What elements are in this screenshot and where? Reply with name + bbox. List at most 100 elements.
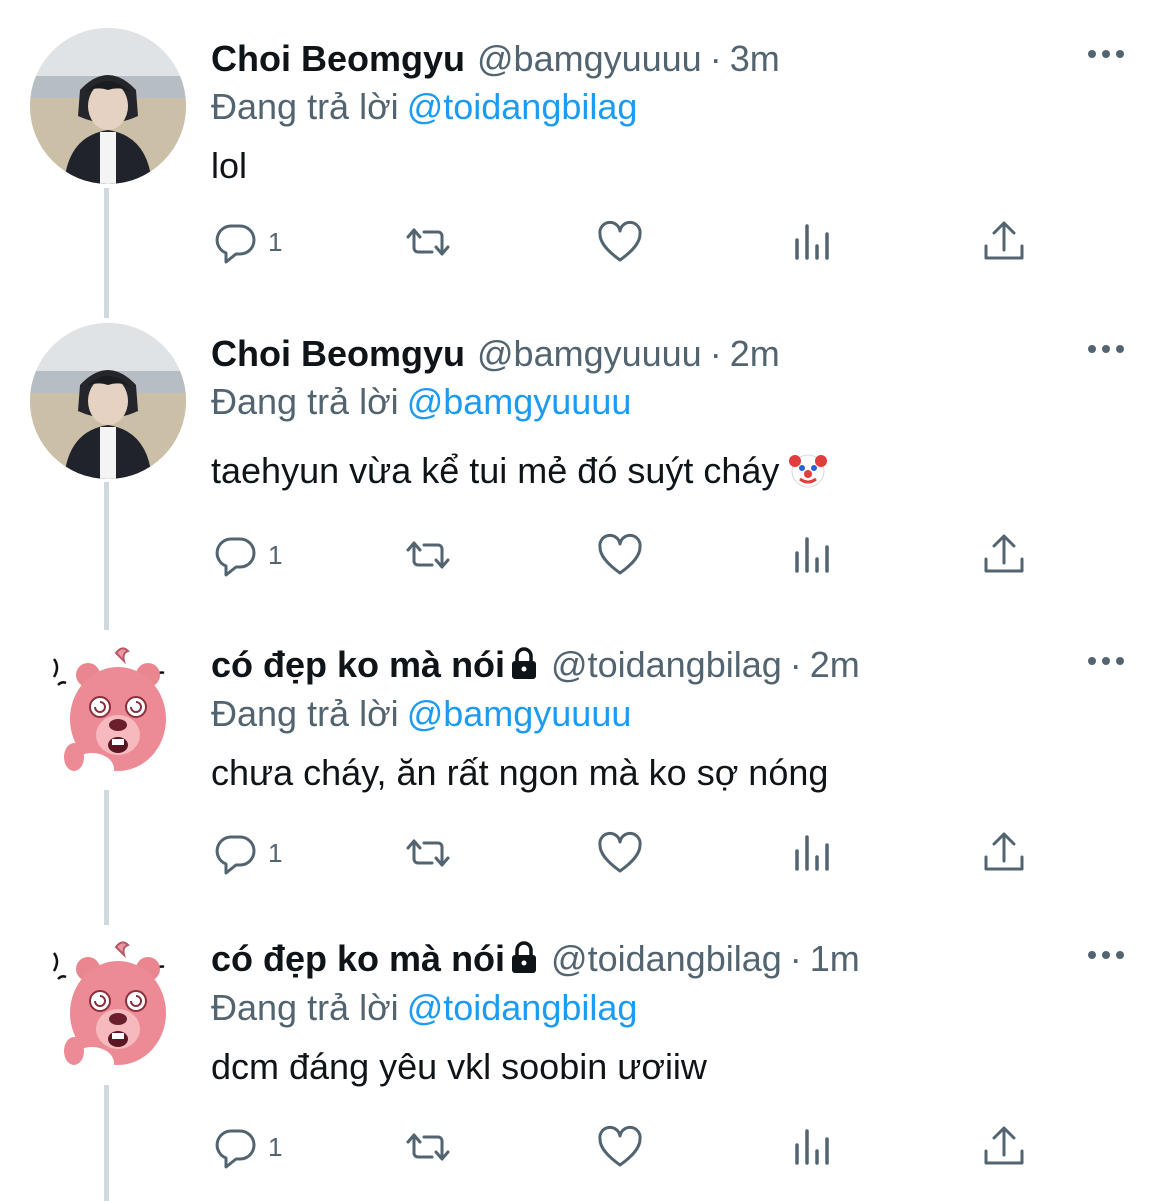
retweet-button[interactable]: [404, 212, 452, 272]
reply-icon: [215, 1129, 256, 1169]
reply-icon: [215, 224, 256, 264]
tweet-text: dcm đáng yêu vkl soobin ươiiw: [211, 1046, 707, 1087]
reply-prefix: Đang trả lời: [211, 86, 399, 127]
tweet-text: chưa cháy, ăn rất ngon mà ko sợ nóng: [211, 752, 829, 793]
author-handle[interactable]: @bamgyuuuu: [477, 38, 702, 79]
reply-icon: [215, 835, 256, 875]
tweet-header: Choi Beomgyu @bamgyuuuu · 3m: [211, 38, 780, 80]
author-handle[interactable]: @toidangbilag: [551, 938, 782, 979]
retweet-button[interactable]: [404, 1117, 452, 1177]
tweet[interactable]: có đẹp ko mà nói @toidangbilag · 1m Đang tr…: [0, 901, 1170, 1196]
more-icon[interactable]: [1086, 44, 1126, 64]
more-icon[interactable]: [1086, 339, 1126, 359]
tweet-text: taehyun vừa kể tui mẻ đó suýt cháy: [211, 450, 780, 491]
author-name[interactable]: Choi Beomgyu: [211, 333, 465, 374]
analytics-icon: [795, 537, 829, 573]
avatar[interactable]: [30, 28, 186, 184]
reply-count: 1: [268, 539, 283, 570]
avatar[interactable]: [48, 935, 172, 1081]
more-icon[interactable]: [1086, 945, 1126, 965]
share-icon: [984, 1126, 1024, 1165]
lock-icon: [512, 647, 537, 679]
share-button[interactable]: [980, 212, 1028, 272]
lock-icon: [512, 941, 537, 973]
replying-to: Đang trả lời @toidangbilag: [211, 86, 637, 128]
tweet-header: Choi Beomgyu @bamgyuuuu · 2m: [211, 333, 780, 375]
tweet-time[interactable]: 2m: [810, 644, 860, 685]
avatar[interactable]: [48, 641, 172, 787]
reply-prefix: Đang trả lời: [211, 987, 399, 1028]
like-button[interactable]: [596, 823, 644, 883]
like-icon: [598, 1125, 642, 1167]
reply-button[interactable]: 1: [212, 823, 282, 883]
like-button[interactable]: [596, 525, 644, 585]
like-icon: [598, 533, 642, 575]
tweet-time[interactable]: 2m: [730, 333, 780, 374]
clown-face-emoji: [789, 454, 828, 488]
analytics-button[interactable]: [788, 212, 836, 272]
retweet-icon: [406, 541, 450, 569]
tweet-header: có đẹp ko mà nói @toidangbilag · 2m: [211, 644, 860, 686]
avatar[interactable]: [30, 323, 186, 479]
reply-count: 1: [268, 1131, 283, 1162]
like-icon: [598, 220, 642, 262]
like-icon: [598, 831, 642, 873]
retweet-icon: [406, 228, 450, 256]
author-name[interactable]: Choi Beomgyu: [211, 38, 465, 79]
reply-mention-link[interactable]: @bamgyuuuu: [407, 381, 632, 422]
retweet-button[interactable]: [404, 823, 452, 883]
reply-count: 1: [268, 837, 283, 868]
tweet[interactable]: Choi Beomgyu @bamgyuuuu · 3m Đang trả lời @t…: [0, 0, 1170, 295]
tweet-actions: 1: [200, 212, 1060, 272]
reply-count: 1: [268, 226, 283, 257]
reply-prefix: Đang trả lời: [211, 381, 399, 422]
retweet-icon: [406, 839, 450, 867]
tweet-actions: 1: [200, 823, 1060, 883]
share-icon: [984, 832, 1024, 871]
analytics-icon: [795, 835, 829, 871]
share-icon: [984, 534, 1024, 573]
tweet-text: lol: [211, 145, 248, 186]
tweet-actions: 1: [200, 525, 1060, 585]
analytics-button[interactable]: [788, 525, 836, 585]
reply-mention-link[interactable]: @toidangbilag: [407, 86, 638, 127]
reply-mention-link[interactable]: @bamgyuuuu: [407, 693, 632, 734]
separator-dot: ·: [709, 333, 722, 374]
tweet-time[interactable]: 3m: [730, 38, 780, 79]
retweet-button[interactable]: [404, 525, 452, 585]
tweet[interactable]: Choi Beomgyu @bamgyuuuu · 2m Đang trả lời @b…: [0, 295, 1170, 590]
tweet[interactable]: có đẹp ko mà nói @toidangbilag · 2m Đang tr…: [0, 607, 1170, 902]
share-button[interactable]: [980, 1117, 1028, 1177]
analytics-button[interactable]: [788, 1117, 836, 1177]
share-icon: [984, 221, 1024, 260]
reply-icon: [215, 537, 256, 577]
tweet-header: có đẹp ko mà nói @toidangbilag · 1m: [211, 938, 860, 980]
tweet-time[interactable]: 1m: [810, 938, 860, 979]
reply-button[interactable]: 1: [212, 525, 282, 585]
tweet-actions: 1: [200, 1117, 1060, 1177]
reply-mention-link[interactable]: @toidangbilag: [407, 987, 638, 1028]
separator-dot: ·: [709, 38, 722, 79]
analytics-icon: [795, 224, 829, 260]
author-name[interactable]: có đẹp ko mà nói: [211, 644, 505, 685]
like-button[interactable]: [596, 212, 644, 272]
more-icon[interactable]: [1086, 651, 1126, 671]
analytics-icon: [795, 1129, 829, 1165]
reply-button[interactable]: 1: [212, 1117, 282, 1177]
separator-dot: ·: [789, 644, 802, 685]
reply-button[interactable]: 1: [212, 212, 282, 272]
reply-prefix: Đang trả lời: [211, 693, 399, 734]
share-button[interactable]: [980, 823, 1028, 883]
tweet-text-line: taehyun vừa kể tui mẻ đó suýt cháy: [211, 449, 828, 493]
share-button[interactable]: [980, 525, 1028, 585]
separator-dot: ·: [789, 938, 802, 979]
replying-to: Đang trả lời @toidangbilag: [211, 987, 637, 1029]
replying-to: Đang trả lời @bamgyuuuu: [211, 693, 631, 735]
author-name[interactable]: có đẹp ko mà nói: [211, 938, 505, 979]
replying-to: Đang trả lời @bamgyuuuu: [211, 381, 631, 423]
retweet-icon: [406, 1133, 450, 1161]
author-handle[interactable]: @bamgyuuuu: [477, 333, 702, 374]
author-handle[interactable]: @toidangbilag: [551, 644, 782, 685]
like-button[interactable]: [596, 1117, 644, 1177]
analytics-button[interactable]: [788, 823, 836, 883]
